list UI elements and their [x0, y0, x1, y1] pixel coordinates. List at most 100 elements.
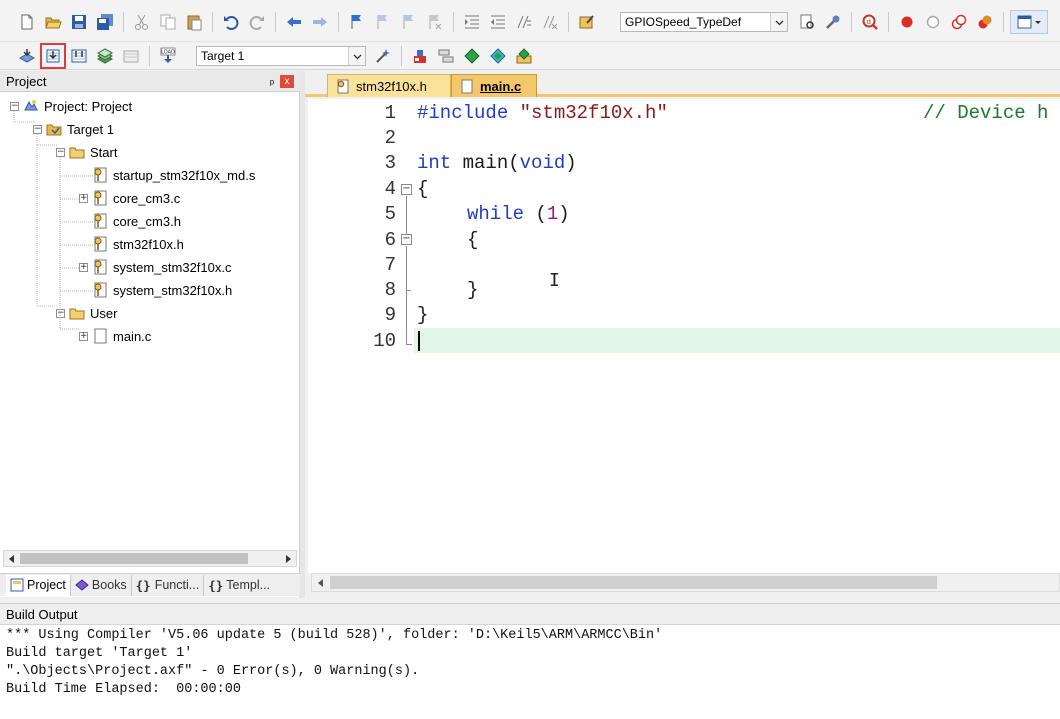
clear-bookmarks-button[interactable] [423, 10, 447, 34]
comment-icon [517, 15, 531, 29]
code-token: #include [417, 102, 509, 124]
save-button[interactable] [67, 10, 91, 34]
toolbar-separator [568, 12, 569, 32]
tab-books[interactable]: Books [71, 574, 132, 596]
scroll-left-icon[interactable] [316, 578, 324, 588]
redo-button[interactable] [245, 10, 269, 34]
tab-label: main.c [480, 78, 522, 94]
editor-hscrollbar[interactable] [311, 573, 1060, 592]
kill-all-breakpoints-button[interactable] [973, 10, 997, 34]
load-label: LOAD [161, 50, 175, 56]
line-number: 3 [384, 152, 396, 174]
download-button[interactable]: LOAD [156, 44, 180, 68]
prev-bookmark-button[interactable] [371, 10, 395, 34]
nav-back-button[interactable] [282, 10, 306, 34]
scroll-left-icon[interactable] [7, 554, 15, 564]
new-file-button[interactable] [15, 10, 39, 34]
comment-button[interactable] [512, 10, 536, 34]
scrollbar-thumb[interactable] [330, 576, 937, 589]
tab-functions[interactable]: {} Functi... [132, 574, 205, 596]
find-in-files-button[interactable] [575, 10, 599, 34]
save-all-button[interactable] [93, 10, 117, 34]
tab-label: Books [91, 578, 127, 592]
open-file-button[interactable] [41, 10, 65, 34]
translate-button[interactable] [15, 44, 39, 68]
new-file-icon [21, 14, 33, 30]
fold-guide-line [406, 196, 407, 234]
tab-project[interactable]: Project [6, 574, 71, 596]
code-token: ( [524, 203, 547, 225]
pack-manager-button[interactable] [512, 44, 536, 68]
build-output-title: Build Output [6, 607, 78, 622]
start-debug-button[interactable]: d [858, 10, 882, 34]
code-line-6: { [467, 229, 479, 251]
rebuild-button[interactable] [67, 44, 91, 68]
line-number: 7 [384, 254, 396, 276]
stop-build-button[interactable] [119, 44, 143, 68]
function-combo[interactable]: GPIOSpeed_TypeDef [620, 12, 788, 32]
enable-breakpoint-button[interactable] [921, 10, 945, 34]
uncomment-button[interactable] [538, 10, 562, 34]
toolbar-row-2: LOAD [14, 42, 181, 70]
insert-breakpoint-button[interactable] [895, 10, 919, 34]
fold-collapse-icon[interactable]: − [401, 184, 412, 195]
scrollbar-thumb[interactable] [20, 553, 248, 564]
build-output-line: *** Using Compiler 'V5.06 update 5 (buil… [6, 628, 663, 643]
chevron-down-icon[interactable] [348, 47, 365, 65]
project-items-icon [414, 50, 426, 63]
copy-button[interactable] [156, 10, 180, 34]
nav-forward-button[interactable] [308, 10, 332, 34]
stop-build-icon [123, 50, 139, 63]
undo-button[interactable] [219, 10, 243, 34]
disable-all-breakpoints-button[interactable] [947, 10, 971, 34]
tab-stm32f10x-h[interactable]: stm32f10x.h [327, 74, 451, 97]
code-token: int [417, 152, 452, 174]
select-packs-button[interactable] [434, 44, 458, 68]
fold-collapse-icon[interactable]: − [401, 234, 412, 245]
project-hscrollbar[interactable] [3, 550, 297, 567]
scroll-right-icon[interactable] [285, 554, 293, 564]
tab-templates[interactable]: {} Templ... [204, 575, 274, 596]
code-token: ) [565, 152, 577, 174]
incremental-find-button[interactable] [795, 10, 819, 34]
chevron-down-icon[interactable] [770, 13, 787, 31]
target-options-button[interactable] [371, 44, 395, 68]
line-number: 1 [384, 102, 396, 124]
toolbar-row-1-right: d [794, 8, 1049, 36]
pin-icon[interactable]: ᵖ [270, 74, 274, 95]
project-panel-header: Project ᵖ x [0, 71, 300, 92]
paste-icon [187, 15, 202, 31]
build-button[interactable] [40, 43, 66, 69]
tab-label: stm32f10x.h [356, 78, 427, 94]
unindent-icon [491, 15, 505, 29]
build-output-panel[interactable]: *** Using Compiler 'V5.06 update 5 (buil… [0, 625, 1060, 719]
panel-splitter[interactable] [300, 71, 305, 598]
batch-build-button[interactable] [93, 44, 117, 68]
close-icon[interactable]: x [280, 75, 294, 88]
pack-installer-button[interactable] [486, 44, 510, 68]
arrow-right-icon [313, 17, 327, 27]
manage-project-items-button[interactable] [408, 44, 432, 68]
insert-bookmark-button[interactable] [345, 10, 369, 34]
toolbar-separator [123, 12, 124, 32]
build-output-line: Build target 'Target 1' [6, 646, 193, 661]
debug-tools-button[interactable] [821, 10, 845, 34]
file-icon [461, 79, 473, 93]
indent-button[interactable] [460, 10, 484, 34]
next-bookmark-button[interactable] [397, 10, 421, 34]
bookmark-flag-icon [351, 15, 361, 29]
code-token: void [519, 152, 566, 174]
braces-icon: {} [135, 577, 151, 593]
bookmark-clear-icon [429, 15, 442, 30]
find-document-icon [800, 14, 814, 29]
paste-button[interactable] [182, 10, 206, 34]
toolbar-row-2-right [370, 42, 537, 70]
translate-icon [18, 49, 36, 63]
templates-icon: {} [208, 577, 224, 593]
target-combo[interactable]: Target 1 [196, 46, 366, 66]
window-layout-button[interactable] [1010, 10, 1048, 34]
unindent-button[interactable] [486, 10, 510, 34]
cut-button[interactable] [130, 10, 154, 34]
tab-main-c[interactable]: main.c [451, 74, 537, 97]
manage-rte-button[interactable] [460, 44, 484, 68]
